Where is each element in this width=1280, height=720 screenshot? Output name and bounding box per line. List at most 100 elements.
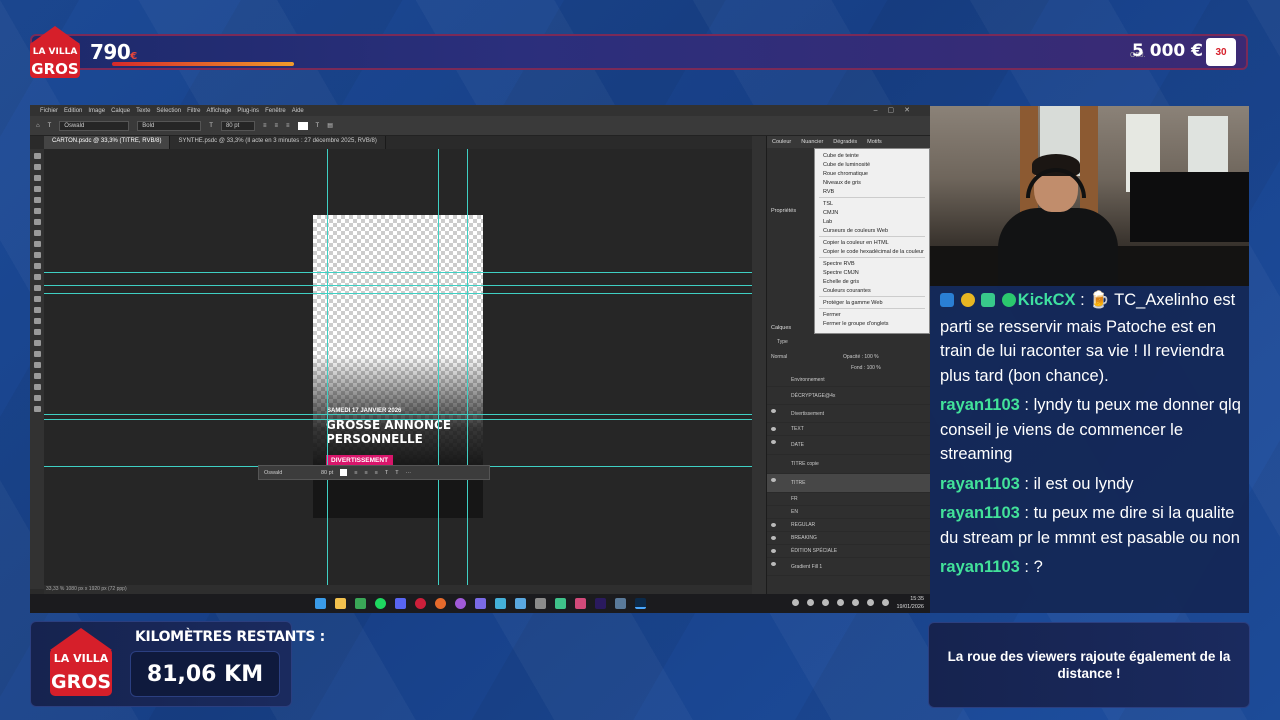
menu-item[interactable]: Sélection [156,108,181,114]
menu-option[interactable]: Fermer le groupe d'onglets [815,319,929,328]
tray-arrow-icon[interactable] [792,599,799,606]
gradient-icon[interactable] [33,285,41,291]
layer-row[interactable]: REGULAR [767,519,930,532]
pen-icon[interactable] [33,318,41,324]
align-icon[interactable]: ≡ [354,470,357,476]
eyedropper-icon[interactable] [33,219,41,225]
menu-option[interactable]: Lab [815,217,929,226]
guide-vertical[interactable] [438,149,439,585]
magic-wand-icon[interactable] [33,186,41,192]
color-swatch[interactable] [297,121,308,130]
firefox-icon[interactable] [435,598,446,609]
font-style-select[interactable]: Bold [137,120,202,131]
frame-tool-icon[interactable] [33,208,41,214]
menu-option[interactable]: Fermer [815,310,929,319]
menu-item[interactable]: Plug-ins [237,108,259,114]
tab-patterns[interactable]: Motifs [867,139,882,145]
tab-swatches[interactable]: Nuancier [801,139,823,145]
color-swatch[interactable] [340,469,348,476]
guide-horizontal[interactable] [44,293,752,294]
stamp-icon[interactable] [33,252,41,258]
menu-item[interactable]: Calque [111,108,130,114]
menu-option[interactable]: Cube de teinte [815,151,929,160]
text-transform-icon[interactable]: T [395,470,398,476]
tab-synthe[interactable]: SYNTHE.psdc @ 33,3% (Il acte en 3 minute… [170,136,386,149]
shape-icon[interactable] [33,351,41,357]
spotify-icon[interactable] [375,598,386,609]
eraser-icon[interactable] [33,274,41,280]
history-brush-icon[interactable] [33,263,41,269]
layers-title[interactable]: Calques [771,325,791,331]
tab-gradients[interactable]: Dégradés [833,139,857,145]
healing-icon[interactable] [33,230,41,236]
marquee-tool-icon[interactable] [33,164,41,170]
menu-item[interactable]: Image [88,108,105,114]
layer-filter[interactable]: Type [777,339,788,345]
layer-row[interactable]: EN [767,506,930,519]
chat-username[interactable]: KickCX [1018,291,1076,309]
more-tools-icon[interactable] [33,384,41,390]
guide-vertical[interactable] [327,149,328,585]
menu-option[interactable]: Spectre CMJN [815,268,929,277]
layer-row[interactable]: Gradient Fill 1 [767,558,930,576]
menu-option[interactable]: Copier la couleur en HTML [815,238,929,247]
tray-icon[interactable] [807,599,814,606]
float-font[interactable]: Oswald [264,470,314,476]
align-center-icon[interactable]: ≡ [274,123,278,129]
guide-horizontal[interactable] [44,285,752,286]
contextual-task-bar[interactable]: Oswald 80 pt ≡ ≡ ≡ T T ··· [258,465,490,480]
panels-icon[interactable]: ▤ [327,122,333,129]
layer-row[interactable]: TEXT [767,423,930,436]
more-icon[interactable]: ··· [406,470,412,476]
guide-horizontal[interactable] [44,272,752,273]
blur-icon[interactable] [33,296,41,302]
foreground-color-icon[interactable] [33,395,41,401]
chat-username[interactable]: rayan1103 [940,558,1020,576]
app-icon[interactable] [515,598,526,609]
align-left-icon[interactable]: ≡ [263,123,267,129]
windows-start-icon[interactable] [315,598,326,609]
menu-item[interactable]: Fichier [40,108,58,114]
app-icon[interactable] [535,598,546,609]
layer-row[interactable]: Environnement [767,374,930,387]
float-size[interactable]: 80 pt [321,470,333,476]
menu-option[interactable]: Niveaux de gris [815,178,929,187]
chrome-icon[interactable] [355,598,366,609]
layer-row[interactable]: BREAKING [767,532,930,545]
quick-mask-icon[interactable] [33,406,41,412]
guide-horizontal[interactable] [44,419,752,420]
menu-item[interactable]: Texte [136,108,150,114]
obs-icon[interactable] [455,598,466,609]
align-icon[interactable]: ≡ [375,470,378,476]
opacity-field[interactable]: Opacité : 100 % [843,354,879,360]
menu-option[interactable]: TSL [815,199,929,208]
menu-option[interactable]: Curseurs de couleurs Web [815,226,929,235]
app-icon[interactable] [575,598,586,609]
menu-item[interactable]: Edition [64,108,82,114]
align-right-icon[interactable]: ≡ [286,123,290,129]
app-grid-icon[interactable] [475,598,486,609]
dodge-icon[interactable] [33,307,41,313]
menu-option[interactable]: CMJN [815,208,929,217]
layer-row[interactable]: ÉDITION SPÉCIALE [767,545,930,558]
brush-icon[interactable] [33,241,41,247]
chat-username[interactable]: rayan1103 [940,396,1020,414]
layer-row[interactable]: FR [767,493,930,506]
crop-tool-icon[interactable] [33,197,41,203]
path-select-icon[interactable] [33,340,41,346]
menu-item[interactable]: Affichage [206,108,231,114]
type-tool-icon[interactable]: T [48,123,52,129]
microphone-icon[interactable] [852,599,859,606]
blend-mode-select[interactable]: Normal [771,354,787,360]
app-icon[interactable] [555,598,566,609]
volume-icon[interactable] [882,599,889,606]
lasso-tool-icon[interactable] [33,175,41,181]
layer-row[interactable]: TITRE copie [767,455,930,474]
discord-icon[interactable] [395,598,406,609]
tab-carton[interactable]: CARTON.psdc @ 33,3% (TITRE, RVB/8) [44,136,171,149]
zoom-icon[interactable] [33,373,41,379]
premiere-icon[interactable] [595,598,606,609]
layer-row[interactable]: DÉCRYPTAGE@4x [767,387,930,405]
menu-option[interactable]: Cube de luminosité [815,160,929,169]
guide-vertical[interactable] [467,149,468,585]
